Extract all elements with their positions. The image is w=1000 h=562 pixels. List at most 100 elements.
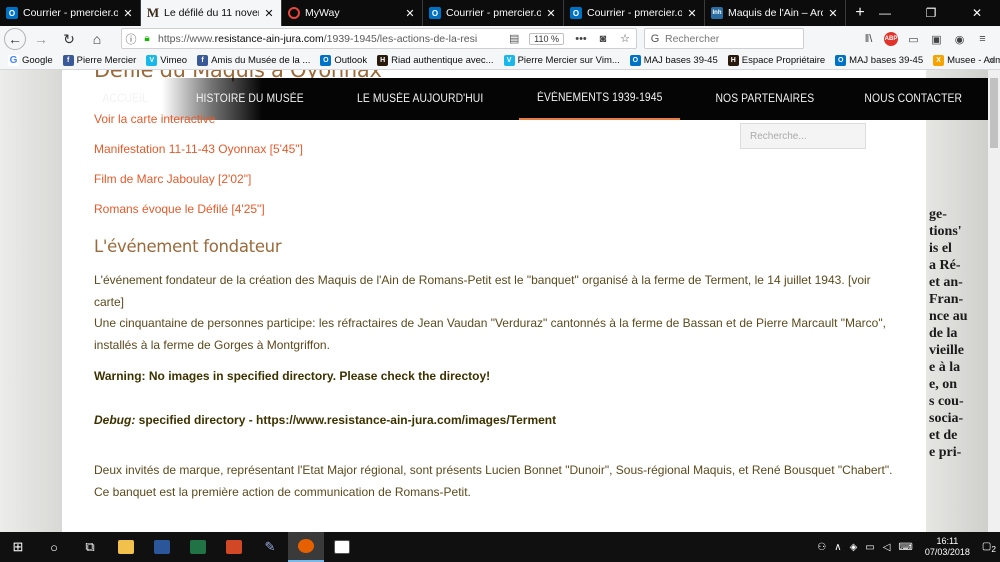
taskbar-app[interactable]: ✎ <box>252 532 288 562</box>
vimeo-icon: V <box>503 55 515 66</box>
bookmark-star-icon[interactable]: ☆ <box>614 32 636 45</box>
newsprint-line <box>929 189 988 206</box>
pocket-icon[interactable]: ◙ <box>592 33 614 45</box>
keyboard-icon[interactable]: ⌨ <box>898 542 912 553</box>
menu-icon[interactable]: ≡ <box>971 33 994 45</box>
taskbar-excel[interactable] <box>180 532 216 562</box>
page-scrollbar[interactable] <box>988 70 1000 532</box>
browser-tab-active[interactable]: M Le défilé du 11 novembre ✕ <box>141 0 282 26</box>
task-view-button[interactable]: ⧉ <box>72 532 108 562</box>
close-tab-icon[interactable]: ✕ <box>404 7 416 20</box>
nav-musee-aujourdhui[interactable]: LE MUSÉE AUJOURD'HUI <box>339 78 501 120</box>
taskbar-explorer[interactable] <box>108 532 144 562</box>
security-icon[interactable]: ◈ <box>850 542 858 553</box>
arrow-right-icon: → <box>34 31 48 47</box>
newsprint-line: Fran- <box>929 292 964 307</box>
newsprint-line <box>929 121 988 138</box>
window-controls: — ❐ ✕ <box>862 0 1000 26</box>
home-button[interactable]: ⌂ <box>84 28 110 50</box>
network-icon[interactable]: ▭ <box>865 542 874 553</box>
nav-evenements[interactable]: ÉVÈNEMENTS 1939-1945 <box>519 78 681 120</box>
newsprint-line: tions' <box>929 224 962 239</box>
reader-view-icon[interactable]: ▤ <box>505 32 523 45</box>
newsprint-line <box>929 138 988 155</box>
site-search-input[interactable]: Recherche... <box>740 123 866 149</box>
search-button[interactable]: ○ <box>36 532 72 562</box>
extension-icon[interactable]: ◉ <box>948 33 971 46</box>
close-tab-icon[interactable]: ✕ <box>122 7 134 20</box>
chevron-up-icon[interactable]: ∧ <box>834 542 841 553</box>
close-tab-icon[interactable]: ✕ <box>263 7 275 20</box>
close-window-button[interactable]: ✕ <box>954 0 1000 26</box>
reload-button[interactable]: ↻ <box>56 28 82 50</box>
close-tab-icon[interactable]: ✕ <box>545 7 557 20</box>
close-tab-icon[interactable]: ✕ <box>686 7 698 20</box>
link-carte-interactive[interactable]: Voir la carte interactive <box>94 112 215 126</box>
taskbar-powerpoint[interactable] <box>216 532 252 562</box>
bookmark-item[interactable]: V Vimeo <box>146 55 187 66</box>
url-text[interactable]: https://www.resistance-ain-jura.com/1939… <box>154 33 505 45</box>
tab-title: Le défilé du 11 novembre <box>164 7 259 19</box>
bookmark-item[interactable]: V Pierre Mercier sur Vim... <box>503 55 620 66</box>
taskbar-photos[interactable] <box>324 532 360 562</box>
link-film-jaboulay[interactable]: Film de Marc Jaboulay [2'02"] <box>94 172 251 186</box>
newsprint-line: nce au <box>929 309 968 324</box>
page-actions-icon[interactable]: ••• <box>570 33 592 45</box>
bookmark-item[interactable]: O MAJ bases 39-45 <box>835 55 923 66</box>
paragraph: Une cinquantaine de personnes participe:… <box>94 316 886 352</box>
clock-time: 16:11 <box>936 536 959 546</box>
newsprint-line: et an- <box>929 275 963 290</box>
taskbar-word[interactable] <box>144 532 180 562</box>
browser-tab[interactable]: Inh Maquis de l'Ain – Archive ✕ <box>705 0 846 26</box>
adblock-icon[interactable]: ABP <box>884 32 898 46</box>
bookmark-item[interactable]: H Espace Propriétaire <box>727 55 825 66</box>
browser-tab[interactable]: O Courrier - pmercier.ostera ✕ <box>423 0 564 26</box>
bookmarks-overflow-button[interactable]: » <box>988 55 994 66</box>
nav-partenaires[interactable]: NOS PARTENAIRES <box>697 78 832 120</box>
start-button[interactable]: ⊞ <box>0 532 36 562</box>
maquis-icon: Inh <box>711 7 723 19</box>
clock[interactable]: 16:11 07/03/2018 <box>925 536 970 558</box>
bookmark-item[interactable]: f Pierre Mercier <box>62 55 136 66</box>
minimize-button[interactable]: — <box>862 0 908 26</box>
browser-tab[interactable]: MyWay ✕ <box>282 0 423 26</box>
bookmark-item[interactable]: O Outlook <box>320 55 367 66</box>
restore-button[interactable]: ❐ <box>908 0 954 26</box>
bookmark-item[interactable]: f Amis du Musée de la ... <box>197 55 310 66</box>
outlook-icon: O <box>429 7 441 19</box>
link-romans-evoque[interactable]: Romans évoque le Défilé [4'25"] <box>94 202 265 216</box>
nav-contact[interactable]: NOUS CONTACTER <box>847 78 981 120</box>
taskbar-firefox[interactable] <box>288 532 324 562</box>
library-icon[interactable]: ‖\ <box>857 33 880 45</box>
screenshot-icon[interactable]: ▣ <box>925 33 948 46</box>
newsprint-line: et de <box>929 428 958 443</box>
bookmark-item[interactable]: G Google <box>8 55 53 66</box>
bookmark-item[interactable]: O MAJ bases 39-45 <box>629 55 718 66</box>
back-button[interactable]: ← <box>4 28 26 50</box>
windows-icon: ⊞ <box>12 539 24 554</box>
link-manifestation-video[interactable]: Manifestation 11-11-43 Oyonnax [5'45"] <box>94 142 303 156</box>
excel-icon <box>190 540 206 554</box>
browser-tab[interactable]: O Courrier - pmercier.ostera ✕ <box>0 0 141 26</box>
info-icon[interactable]: ⓘ <box>122 31 140 47</box>
tab-title: Courrier - pmercier.ostera <box>446 7 541 19</box>
tab-strip: O Courrier - pmercier.ostera ✕ M Le défi… <box>0 0 1000 26</box>
bookmark-item[interactable]: H Riad authentique avec... <box>377 55 494 66</box>
zoom-level[interactable]: 110 % <box>529 32 564 45</box>
search-box[interactable]: G Rechercher <box>644 28 804 49</box>
facebook-icon: f <box>62 55 74 66</box>
volume-icon[interactable]: ◁ <box>883 542 891 553</box>
newsprint-line: e à la <box>929 360 961 375</box>
address-bar[interactable]: ⓘ 🔒︎ https://www.resistance-ain-jura.com… <box>121 28 637 49</box>
lock-icon[interactable]: 🔒︎ <box>140 33 154 44</box>
close-tab-icon[interactable]: ✕ <box>827 7 839 20</box>
sidebar-icon[interactable]: ▭ <box>902 33 925 46</box>
forward-button[interactable]: → <box>28 28 54 50</box>
scrollbar-thumb[interactable] <box>990 78 998 148</box>
notification-center-icon[interactable]: ▢2 <box>982 541 996 554</box>
browser-tab[interactable]: O Courrier - pmercier.ostera ✕ <box>564 0 705 26</box>
tab-title: Courrier - pmercier.ostera <box>23 7 118 19</box>
firefox-icon <box>298 539 314 553</box>
newsprint-line: e, on <box>929 377 957 392</box>
people-icon[interactable]: ⚇ <box>817 542 826 553</box>
